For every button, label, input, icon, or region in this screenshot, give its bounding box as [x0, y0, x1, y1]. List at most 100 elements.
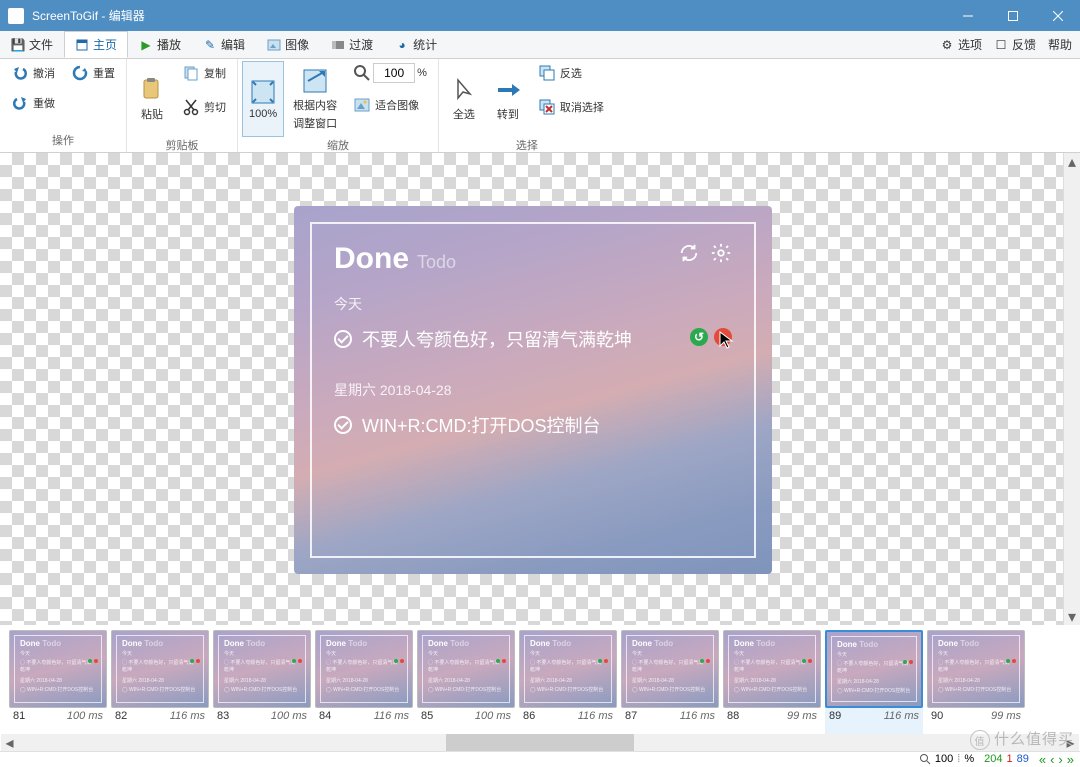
reset-button[interactable]: 重置	[64, 61, 122, 85]
watermark: 值什么值得买	[970, 728, 1074, 750]
thumbnail-duration: 116 ms	[374, 710, 409, 722]
tab-play[interactable]: ▶播放	[128, 31, 192, 58]
preview-item2: WIN+R:CMD:打开DOS控制台	[334, 412, 732, 438]
thumbnail-index: 90	[931, 710, 943, 722]
deselect-icon	[538, 98, 556, 116]
nav-next-button[interactable]: ›	[1058, 752, 1062, 767]
select-all-button[interactable]: 全选	[443, 61, 485, 137]
feedback-link[interactable]: ☐反馈	[994, 36, 1036, 53]
image-icon	[353, 96, 371, 114]
thumbnail-image: Done Todo 今天 ◯ 不要人夸颜色好，只留清气满乾坤 星期六 2018-…	[417, 630, 515, 708]
thumbnail-88[interactable]: Done Todo 今天 ◯ 不要人夸颜色好，只留清气满乾坤 星期六 2018-…	[723, 630, 821, 734]
canvas-area[interactable]: DoneTodo 今天 不要人夸颜色好，只留清气满乾坤 ↺ − 星期六 2018…	[0, 153, 1080, 625]
thumbnail-index: 84	[319, 710, 331, 722]
preview-section1: 今天	[334, 294, 732, 314]
undo-button[interactable]: 撤消	[4, 61, 62, 85]
expand-icon	[301, 67, 329, 95]
tab-stats[interactable]: ◕统计	[384, 31, 448, 58]
minimize-button[interactable]	[945, 0, 990, 31]
thumbnail-duration: 116 ms	[884, 710, 919, 722]
preview-top-icons	[678, 242, 732, 264]
thumbnail-index: 85	[421, 710, 433, 722]
preview-section2: 星期六 2018-04-28	[334, 380, 732, 400]
fit-content-button[interactable]: 根据内容调整窗口	[286, 61, 344, 137]
thumbnail-duration: 100 ms	[475, 710, 511, 722]
window-controls	[945, 0, 1080, 31]
arrow-right-icon	[494, 76, 522, 104]
paste-icon	[138, 76, 166, 104]
gear-icon: ⚙	[940, 38, 954, 52]
thumbnail-index: 88	[727, 710, 739, 722]
thumbnail-duration: 116 ms	[680, 710, 715, 722]
refresh-icon	[678, 242, 700, 264]
scrollbar-handle[interactable]	[446, 734, 634, 751]
menubar: 💾文件 主页 ▶播放 ✎编辑 图像 过渡 ◕统计 ⚙选项 ☐反馈 帮助	[0, 31, 1080, 59]
timeline[interactable]: Done Todo 今天 ◯ 不要人夸颜色好，只留清气满乾坤 星期六 2018-…	[1, 626, 1079, 734]
paste-button[interactable]: 粘贴	[131, 61, 173, 137]
ribbon-group-selection: 全选 转到 反选 取消选择 选择	[439, 59, 615, 152]
edit-icon: ✎	[203, 38, 217, 52]
ribbon: 撤消 重做 重置 操作 粘贴 复制 剪切 剪贴板	[0, 59, 1080, 153]
copy-button[interactable]: 复制	[175, 61, 233, 85]
tab-image[interactable]: 图像	[256, 31, 320, 58]
nav-prev-button[interactable]: ‹	[1050, 752, 1054, 767]
invert-selection-button[interactable]: 反选	[531, 61, 611, 85]
thumbnail-81[interactable]: Done Todo 今天 ◯ 不要人夸颜色好，只留清气满乾坤 星期六 2018-…	[9, 630, 107, 734]
reset-icon	[71, 64, 89, 82]
nav-first-button[interactable]: «	[1039, 752, 1046, 767]
mouse-cursor-icon	[718, 330, 734, 350]
thumbnail-image: Done Todo 今天 ◯ 不要人夸颜色好，只留清气满乾坤 星期六 2018-…	[9, 630, 107, 708]
scroll-down-button[interactable]: ▾	[1064, 608, 1080, 625]
help-link[interactable]: 帮助	[1048, 36, 1072, 53]
window-title: ScreenToGif - 编辑器	[32, 7, 945, 24]
thumbnail-image: Done Todo 今天 ◯ 不要人夸颜色好，只留清气满乾坤 星期六 2018-…	[213, 630, 311, 708]
gear-icon	[710, 242, 732, 264]
ribbon-group-clipboard: 粘贴 复制 剪切 剪贴板	[127, 59, 238, 152]
thumbnail-87[interactable]: Done Todo 今天 ◯ 不要人夸颜色好，只留清气满乾坤 星期六 2018-…	[621, 630, 719, 734]
zoom-100-button[interactable]: 100%	[242, 61, 284, 137]
scroll-up-button[interactable]: ▴	[1064, 153, 1080, 170]
restore-icon: ↺	[690, 328, 708, 346]
tab-edit[interactable]: ✎编辑	[192, 31, 256, 58]
tab-home[interactable]: 主页	[64, 31, 128, 58]
thumbnail-index: 82	[115, 710, 127, 722]
nav-last-button[interactable]: »	[1067, 752, 1074, 767]
thumbnail-index: 86	[523, 710, 535, 722]
thumbnail-86[interactable]: Done Todo 今天 ◯ 不要人夸颜色好，只留清气满乾坤 星期六 2018-…	[519, 630, 617, 734]
thumbnail-85[interactable]: Done Todo 今天 ◯ 不要人夸颜色好，只留清气满乾坤 星期六 2018-…	[417, 630, 515, 734]
ribbon-group-label: 操作	[4, 132, 122, 150]
options-link[interactable]: ⚙选项	[940, 36, 982, 53]
deselect-button[interactable]: 取消选择	[531, 95, 611, 119]
ribbon-group-actions: 撤消 重做 重置 操作	[0, 59, 127, 152]
cut-button[interactable]: 剪切	[175, 95, 233, 119]
thumbnail-82[interactable]: Done Todo 今天 ◯ 不要人夸颜色好，只留清气满乾坤 星期六 2018-…	[111, 630, 209, 734]
thumbnail-index: 87	[625, 710, 637, 722]
thumbnail-duration: 100 ms	[67, 710, 103, 722]
goto-button[interactable]: 转到	[487, 61, 529, 137]
thumbnail-90[interactable]: Done Todo 今天 ◯ 不要人夸颜色好，只留清气满乾坤 星期六 2018-…	[927, 630, 1025, 734]
thumbnail-image: Done Todo 今天 ◯ 不要人夸颜色好，只留清气满乾坤 星期六 2018-…	[927, 630, 1025, 708]
close-button[interactable]	[1035, 0, 1080, 31]
thumbnail-index: 81	[13, 710, 25, 722]
thumbnail-83[interactable]: Done Todo 今天 ◯ 不要人夸颜色好，只留清气满乾坤 星期六 2018-…	[213, 630, 311, 734]
maximize-button[interactable]	[990, 0, 1035, 31]
fit-image-button[interactable]: 适合图像	[346, 93, 434, 117]
thumbnail-89[interactable]: Done Todo 今天 ◯ 不要人夸颜色好，只留清气满乾坤 星期六 2018-…	[825, 630, 923, 734]
thumbnail-84[interactable]: Done Todo 今天 ◯ 不要人夸颜色好，只留清气满乾坤 星期六 2018-…	[315, 630, 413, 734]
thumbnail-duration: 99 ms	[787, 710, 817, 722]
home-icon	[75, 38, 89, 52]
copy-icon	[182, 64, 200, 82]
tab-file[interactable]: 💾文件	[0, 31, 64, 58]
zoom-input[interactable]	[373, 63, 415, 83]
tab-transition[interactable]: 过渡	[320, 31, 384, 58]
preview-frame: DoneTodo 今天 不要人夸颜色好，只留清气满乾坤 ↺ − 星期六 2018…	[294, 206, 772, 574]
horizontal-scrollbar[interactable]: ◂ ▸	[1, 734, 1079, 751]
thumbnail-duration: 116 ms	[578, 710, 613, 722]
redo-button[interactable]: 重做	[4, 91, 62, 115]
thumbnail-duration: 116 ms	[170, 710, 205, 722]
thumbnail-image: Done Todo 今天 ◯ 不要人夸颜色好，只留清气满乾坤 星期六 2018-…	[825, 630, 923, 708]
scroll-left-button[interactable]: ◂	[1, 734, 18, 751]
vertical-scrollbar[interactable]: ▴ ▾	[1063, 153, 1080, 625]
thumbnail-image: Done Todo 今天 ◯ 不要人夸颜色好，只留清气满乾坤 星期六 2018-…	[723, 630, 821, 708]
statusbar: 100 ⁞ % 204 1 89 « ‹ › »	[0, 751, 1080, 766]
